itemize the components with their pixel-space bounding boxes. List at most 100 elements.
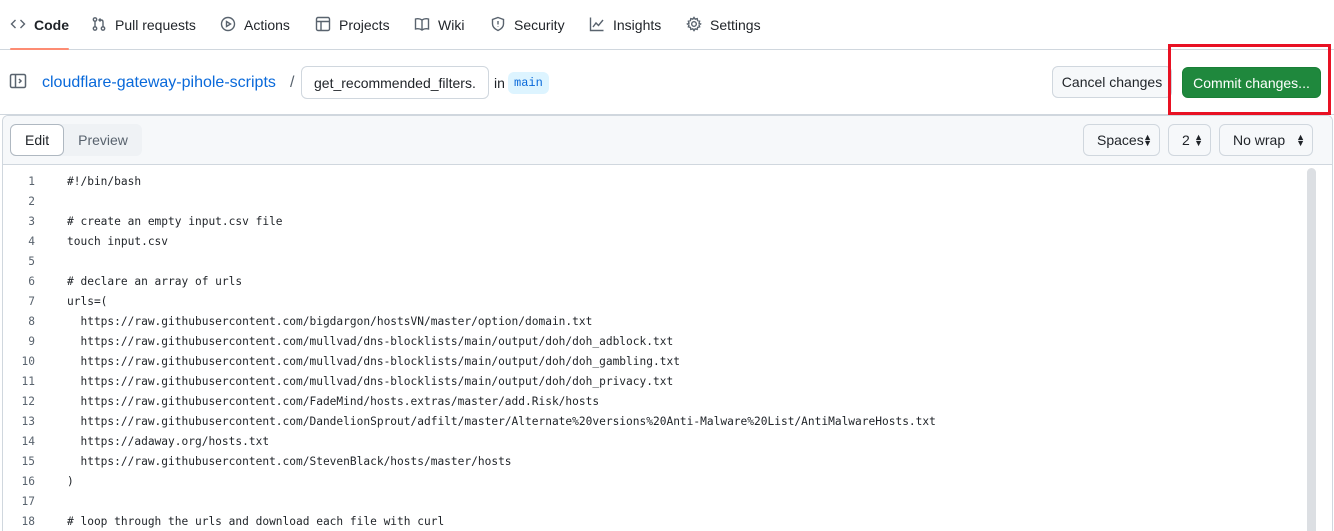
line-content: https://raw.githubusercontent.com/Steven… bbox=[67, 455, 512, 468]
graph-icon bbox=[589, 16, 605, 35]
indent-mode-value: Spaces bbox=[1097, 132, 1144, 148]
tab-edit[interactable]: Edit bbox=[10, 124, 65, 156]
line-number: 13 bbox=[21, 415, 35, 428]
line-content: https://raw.githubusercontent.com/mullva… bbox=[67, 335, 674, 348]
cancel-changes-button[interactable]: Cancel changes bbox=[1052, 66, 1172, 98]
code-text-area[interactable]: 1 #!/bin/bash 2 3 # create an empty input.cs… bbox=[3, 165, 1332, 531]
wrap-mode-select[interactable]: No wrap ▲ ▼ bbox=[1219, 124, 1313, 156]
branch-badge: main bbox=[508, 72, 549, 94]
line-number: 5 bbox=[28, 255, 35, 268]
line-content: # loop through the urls and download eac… bbox=[67, 515, 445, 528]
code-line: 3 # create an empty input.csv file bbox=[3, 212, 1303, 232]
tab-insights-label: Insights bbox=[613, 17, 662, 33]
in-label: in bbox=[494, 75, 505, 91]
line-number: 3 bbox=[28, 215, 35, 228]
tab-code[interactable]: Code bbox=[10, 0, 69, 50]
tab-preview[interactable]: Preview bbox=[64, 124, 142, 156]
tab-security[interactable]: Security bbox=[490, 0, 565, 50]
wrap-mode-value: No wrap bbox=[1233, 132, 1286, 148]
code-line: 13 https://raw.githubusercontent.com/Dan… bbox=[3, 412, 1303, 432]
line-content: https://raw.githubusercontent.com/mullva… bbox=[67, 355, 680, 368]
code-line: 16) bbox=[3, 472, 1303, 492]
select-arrows-icon: ▲ ▼ bbox=[1194, 132, 1203, 148]
code-line: 8 https://raw.githubusercontent.com/bigd… bbox=[3, 312, 1303, 332]
tab-projects-label: Projects bbox=[339, 17, 390, 33]
line-number: 18 bbox=[21, 515, 35, 528]
sidebar-toggle-icon[interactable] bbox=[9, 72, 27, 90]
line-content: urls=( bbox=[67, 295, 108, 308]
line-content: https://raw.githubusercontent.com/bigdar… bbox=[67, 315, 593, 328]
book-icon bbox=[414, 16, 430, 35]
code-editor: Edit Preview Spaces ▲ ▼ 2 ▲ ▼ No wrap ▲ ▼ 1… bbox=[2, 115, 1333, 531]
play-icon bbox=[220, 16, 236, 35]
line-number: 14 bbox=[21, 435, 35, 448]
tab-pull-requests-label: Pull requests bbox=[115, 17, 196, 33]
tab-actions[interactable]: Actions bbox=[220, 0, 290, 50]
line-number: 12 bbox=[21, 395, 35, 408]
path-separator: / bbox=[290, 74, 295, 91]
line-number: 8 bbox=[28, 315, 35, 328]
line-number: 1 bbox=[28, 175, 35, 188]
line-content: touch input.csv bbox=[67, 235, 169, 248]
line-number: 11 bbox=[21, 375, 35, 388]
indent-size-select[interactable]: 2 ▲ ▼ bbox=[1168, 124, 1211, 156]
tab-security-label: Security bbox=[514, 17, 565, 33]
line-number: 15 bbox=[21, 455, 35, 468]
line-content: https://raw.githubusercontent.com/Dandel… bbox=[67, 415, 936, 428]
edit-preview-toggle: Edit Preview bbox=[10, 124, 142, 156]
line-number: 7 bbox=[28, 295, 35, 308]
shield-icon bbox=[490, 16, 506, 35]
line-number: 17 bbox=[21, 495, 35, 508]
tab-insights[interactable]: Insights bbox=[589, 0, 661, 50]
code-line: 1 #!/bin/bash bbox=[3, 172, 1303, 192]
line-content: # create an empty input.csv file bbox=[67, 215, 283, 228]
line-number: 2 bbox=[28, 195, 35, 208]
code-line: 2 bbox=[3, 192, 1303, 212]
code-line: 14 https://adaway.org/hosts.txt bbox=[3, 432, 1303, 452]
code-line: 17 bbox=[3, 492, 1303, 512]
vertical-scrollbar[interactable] bbox=[1307, 168, 1316, 531]
tab-actions-label: Actions bbox=[244, 17, 290, 33]
tab-wiki-label: Wiki bbox=[438, 17, 465, 33]
code-line: 15 https://raw.githubusercontent.com/Ste… bbox=[3, 452, 1303, 472]
select-arrows-icon: ▲ ▼ bbox=[1143, 132, 1152, 148]
select-arrows-icon: ▲ ▼ bbox=[1296, 132, 1305, 148]
code-line: 7 urls=( bbox=[3, 292, 1303, 312]
line-number: 6 bbox=[28, 275, 35, 288]
code-line: 18 # loop through the urls and download e… bbox=[3, 512, 1303, 531]
filename-input[interactable] bbox=[301, 66, 489, 99]
editor-toolbar: Edit Preview Spaces ▲ ▼ 2 ▲ ▼ No wrap ▲ ▼ bbox=[3, 116, 1332, 165]
table-icon bbox=[315, 16, 331, 35]
indent-size-value: 2 bbox=[1182, 132, 1190, 148]
file-header: cloudflare-gateway-pihole-scripts / in m… bbox=[0, 50, 1334, 115]
line-number: 10 bbox=[21, 355, 35, 368]
code-line: 9 https://raw.githubusercontent.com/mull… bbox=[3, 332, 1303, 352]
code-line: 11 https://raw.githubusercontent.com/mul… bbox=[3, 372, 1303, 392]
tab-projects[interactable]: Projects bbox=[315, 0, 390, 50]
line-content: #!/bin/bash bbox=[67, 175, 142, 188]
code-line: 12 https://raw.githubusercontent.com/Fad… bbox=[3, 392, 1303, 412]
tab-settings-label: Settings bbox=[710, 17, 761, 33]
tab-wiki[interactable]: Wiki bbox=[414, 0, 464, 50]
tab-pull-requests[interactable]: Pull requests bbox=[91, 0, 196, 50]
commit-changes-button[interactable]: Commit changes... bbox=[1182, 67, 1321, 98]
git-pull-request-icon bbox=[91, 16, 107, 35]
code-line: 5 bbox=[3, 252, 1303, 272]
line-number: 9 bbox=[28, 335, 35, 348]
line-content: https://adaway.org/hosts.txt bbox=[67, 435, 270, 448]
line-content: # declare an array of urls bbox=[67, 275, 243, 288]
line-number: 4 bbox=[28, 235, 35, 248]
indent-mode-select[interactable]: Spaces ▲ ▼ bbox=[1083, 124, 1160, 156]
code-line: 4 touch input.csv bbox=[3, 232, 1303, 252]
code-icon bbox=[10, 16, 26, 35]
line-content: ) bbox=[67, 475, 74, 488]
code-line: 6 # declare an array of urls bbox=[3, 272, 1303, 292]
line-number: 16 bbox=[21, 475, 35, 488]
repo-nav: Code Pull requests Actions Projects Wiki… bbox=[0, 0, 1334, 50]
gear-icon bbox=[686, 15, 702, 35]
line-content: https://raw.githubusercontent.com/mullva… bbox=[67, 375, 674, 388]
repo-link[interactable]: cloudflare-gateway-pihole-scripts bbox=[42, 74, 276, 92]
tab-code-label: Code bbox=[34, 17, 69, 33]
tab-settings[interactable]: Settings bbox=[686, 0, 761, 50]
line-content: https://raw.githubusercontent.com/FadeMi… bbox=[67, 395, 600, 408]
